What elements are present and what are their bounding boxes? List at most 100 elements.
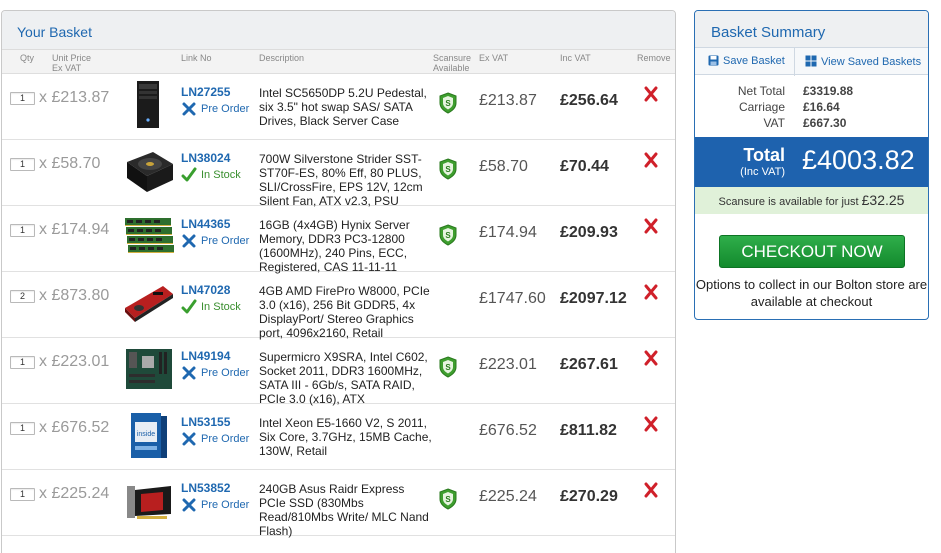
scansure-shield-icon[interactable]: S (438, 356, 458, 378)
saved-baskets-icon (805, 55, 817, 67)
line-total-ex-vat: £58.70 (479, 158, 528, 175)
line-total-inc-vat: £811.82 (560, 422, 617, 439)
product-link[interactable]: LN44365 (181, 217, 230, 231)
x-cross-icon (182, 234, 196, 248)
header-unit-price: Unit Price Ex VAT (52, 53, 92, 73)
net-total-value: £3319.88 (803, 84, 854, 98)
net-total-label: Net Total (737, 84, 785, 98)
header-inc-vat: Inc VAT (560, 53, 591, 63)
header-description: Description (259, 53, 305, 63)
basket-summary-panel: Basket Summary Save Basket View Saved Ba… (694, 10, 929, 320)
x-cross-icon (182, 432, 196, 446)
basket-rows: 1 x £213.87 LN27255 Pre Order Intel SC5650DP… (2, 74, 675, 553)
remove-icon[interactable] (643, 217, 659, 235)
memory-icon[interactable] (123, 212, 175, 262)
line-total-ex-vat: £213.87 (479, 92, 537, 109)
line-total-ex-vat: £223.01 (479, 356, 537, 373)
remove-icon[interactable] (643, 415, 659, 433)
basket-row: 1 x £223.01 LN49194 Pre Order Supermicro X9S… (2, 338, 675, 406)
unit-price: x £676.52 (39, 419, 110, 436)
product-link[interactable]: LN49194 (181, 349, 230, 363)
line-total-inc-vat: £209.93 (560, 224, 618, 241)
line-total-ex-vat: £676.52 (479, 422, 537, 439)
green-tick-icon (181, 299, 197, 314)
header-ex-vat: Ex VAT (479, 53, 509, 63)
summary-title: Basket Summary (695, 11, 928, 47)
basket-row: 1 x £225.24 LN53852 Pre Order 240GB Asus Rai… (2, 470, 675, 538)
header-scansure: Scansure Available (433, 53, 472, 73)
line-total-ex-vat: £225.24 (479, 488, 537, 505)
basket-panel: Your Basket Qty Unit Price Ex VAT Link No… (1, 10, 676, 553)
stock-status: Pre Order (181, 431, 249, 447)
product-link[interactable]: LN38024 (181, 151, 230, 165)
view-saved-baskets-button[interactable]: View Saved Baskets (805, 55, 921, 68)
stock-status: In Stock (181, 299, 241, 315)
total-value: £4003.82 (802, 145, 915, 175)
quantity-input[interactable]: 1 (10, 422, 35, 435)
basket-row: 1 x £676.52 inside LN53155 Pre Order Intel Xe… (2, 404, 675, 470)
carriage-label: Carriage (738, 100, 785, 114)
stock-status: In Stock (181, 167, 241, 183)
product-link[interactable]: LN53852 (181, 481, 230, 495)
line-total-inc-vat: £267.61 (560, 356, 618, 373)
product-link[interactable]: LN53155 (181, 415, 230, 429)
vat-label: VAT (763, 116, 785, 130)
scansure-shield-icon[interactable]: S (438, 158, 458, 180)
svg-text:S: S (445, 231, 451, 240)
stock-status: Pre Order (181, 101, 249, 117)
header-link-no: Link No (181, 53, 212, 63)
quantity-input[interactable]: 2 (10, 290, 35, 303)
summary-totals: Net Total £3319.88 Carriage £16.64 VAT £… (695, 75, 928, 137)
quantity-input[interactable]: 1 (10, 488, 35, 501)
x-cross-icon (182, 498, 196, 512)
remove-icon[interactable] (643, 481, 659, 499)
unit-price: x £174.94 (39, 221, 110, 238)
scansure-shield-icon[interactable]: S (438, 92, 458, 114)
product-description: Intel SC5650DP 5.2U Pedestal, six 3.5" h… (259, 86, 427, 128)
product-link[interactable]: LN27255 (181, 85, 230, 99)
stock-status: Pre Order (181, 233, 249, 249)
save-basket-button[interactable]: Save Basket (708, 55, 785, 67)
collect-options-text: Options to collect in our Bolton store a… (695, 277, 928, 309)
header-qty: Qty (20, 53, 35, 63)
scansure-shield-icon[interactable]: S (438, 224, 458, 246)
remove-icon[interactable] (643, 283, 659, 301)
product-description: 700W Silverstone Strider SST-ST70F-ES, 8… (259, 152, 423, 208)
remove-icon[interactable] (643, 151, 659, 169)
psu-icon[interactable] (123, 146, 175, 196)
scansure-shield-icon[interactable]: S (438, 488, 458, 510)
carriage-value: £16.64 (803, 100, 840, 114)
remove-icon[interactable] (643, 85, 659, 103)
motherboard-icon[interactable] (123, 344, 175, 394)
svg-text:S: S (445, 165, 451, 174)
product-description: 16GB (4x4GB) Hynix Server Memory, DDR3 P… (259, 218, 410, 274)
total-sub-label: (Inc VAT) (740, 166, 785, 178)
svg-text:S: S (445, 99, 451, 108)
line-total-inc-vat: £256.64 (560, 92, 618, 109)
x-cross-icon (182, 366, 196, 380)
quantity-input[interactable]: 1 (10, 92, 35, 105)
product-description: Supermicro X9SRA, Intel C602, Socket 201… (259, 350, 428, 406)
unit-price: x £213.87 (39, 89, 110, 106)
quantity-input[interactable]: 1 (10, 356, 35, 369)
unit-price: x £225.24 (39, 485, 110, 502)
remove-icon[interactable] (643, 349, 659, 367)
unit-price: x £873.80 (39, 287, 110, 304)
unit-price: x £223.01 (39, 353, 110, 370)
server-case-icon[interactable] (123, 80, 175, 130)
quantity-input[interactable]: 1 (10, 224, 35, 237)
cpu-box-icon[interactable]: inside (123, 410, 175, 460)
pcie-ssd-icon[interactable] (123, 476, 175, 526)
actions-divider (794, 48, 795, 76)
line-total-ex-vat: £1747.60 (479, 290, 546, 307)
column-headers: Qty Unit Price Ex VAT Link No Description… (2, 50, 675, 74)
stock-status: Pre Order (181, 497, 249, 513)
checkout-now-button[interactable]: CHECKOUT NOW (719, 235, 905, 268)
floppy-disk-icon (708, 55, 719, 66)
line-total-inc-vat: £2097.12 (560, 290, 627, 307)
graphics-card-icon[interactable] (123, 278, 175, 328)
total-bar: Total (Inc VAT) £4003.82 (695, 137, 928, 187)
quantity-input[interactable]: 1 (10, 158, 35, 171)
product-link[interactable]: LN47028 (181, 283, 230, 297)
basket-row: 2 x £873.80 LN47028 In Stock 4GB AMD FirePro… (2, 272, 675, 340)
